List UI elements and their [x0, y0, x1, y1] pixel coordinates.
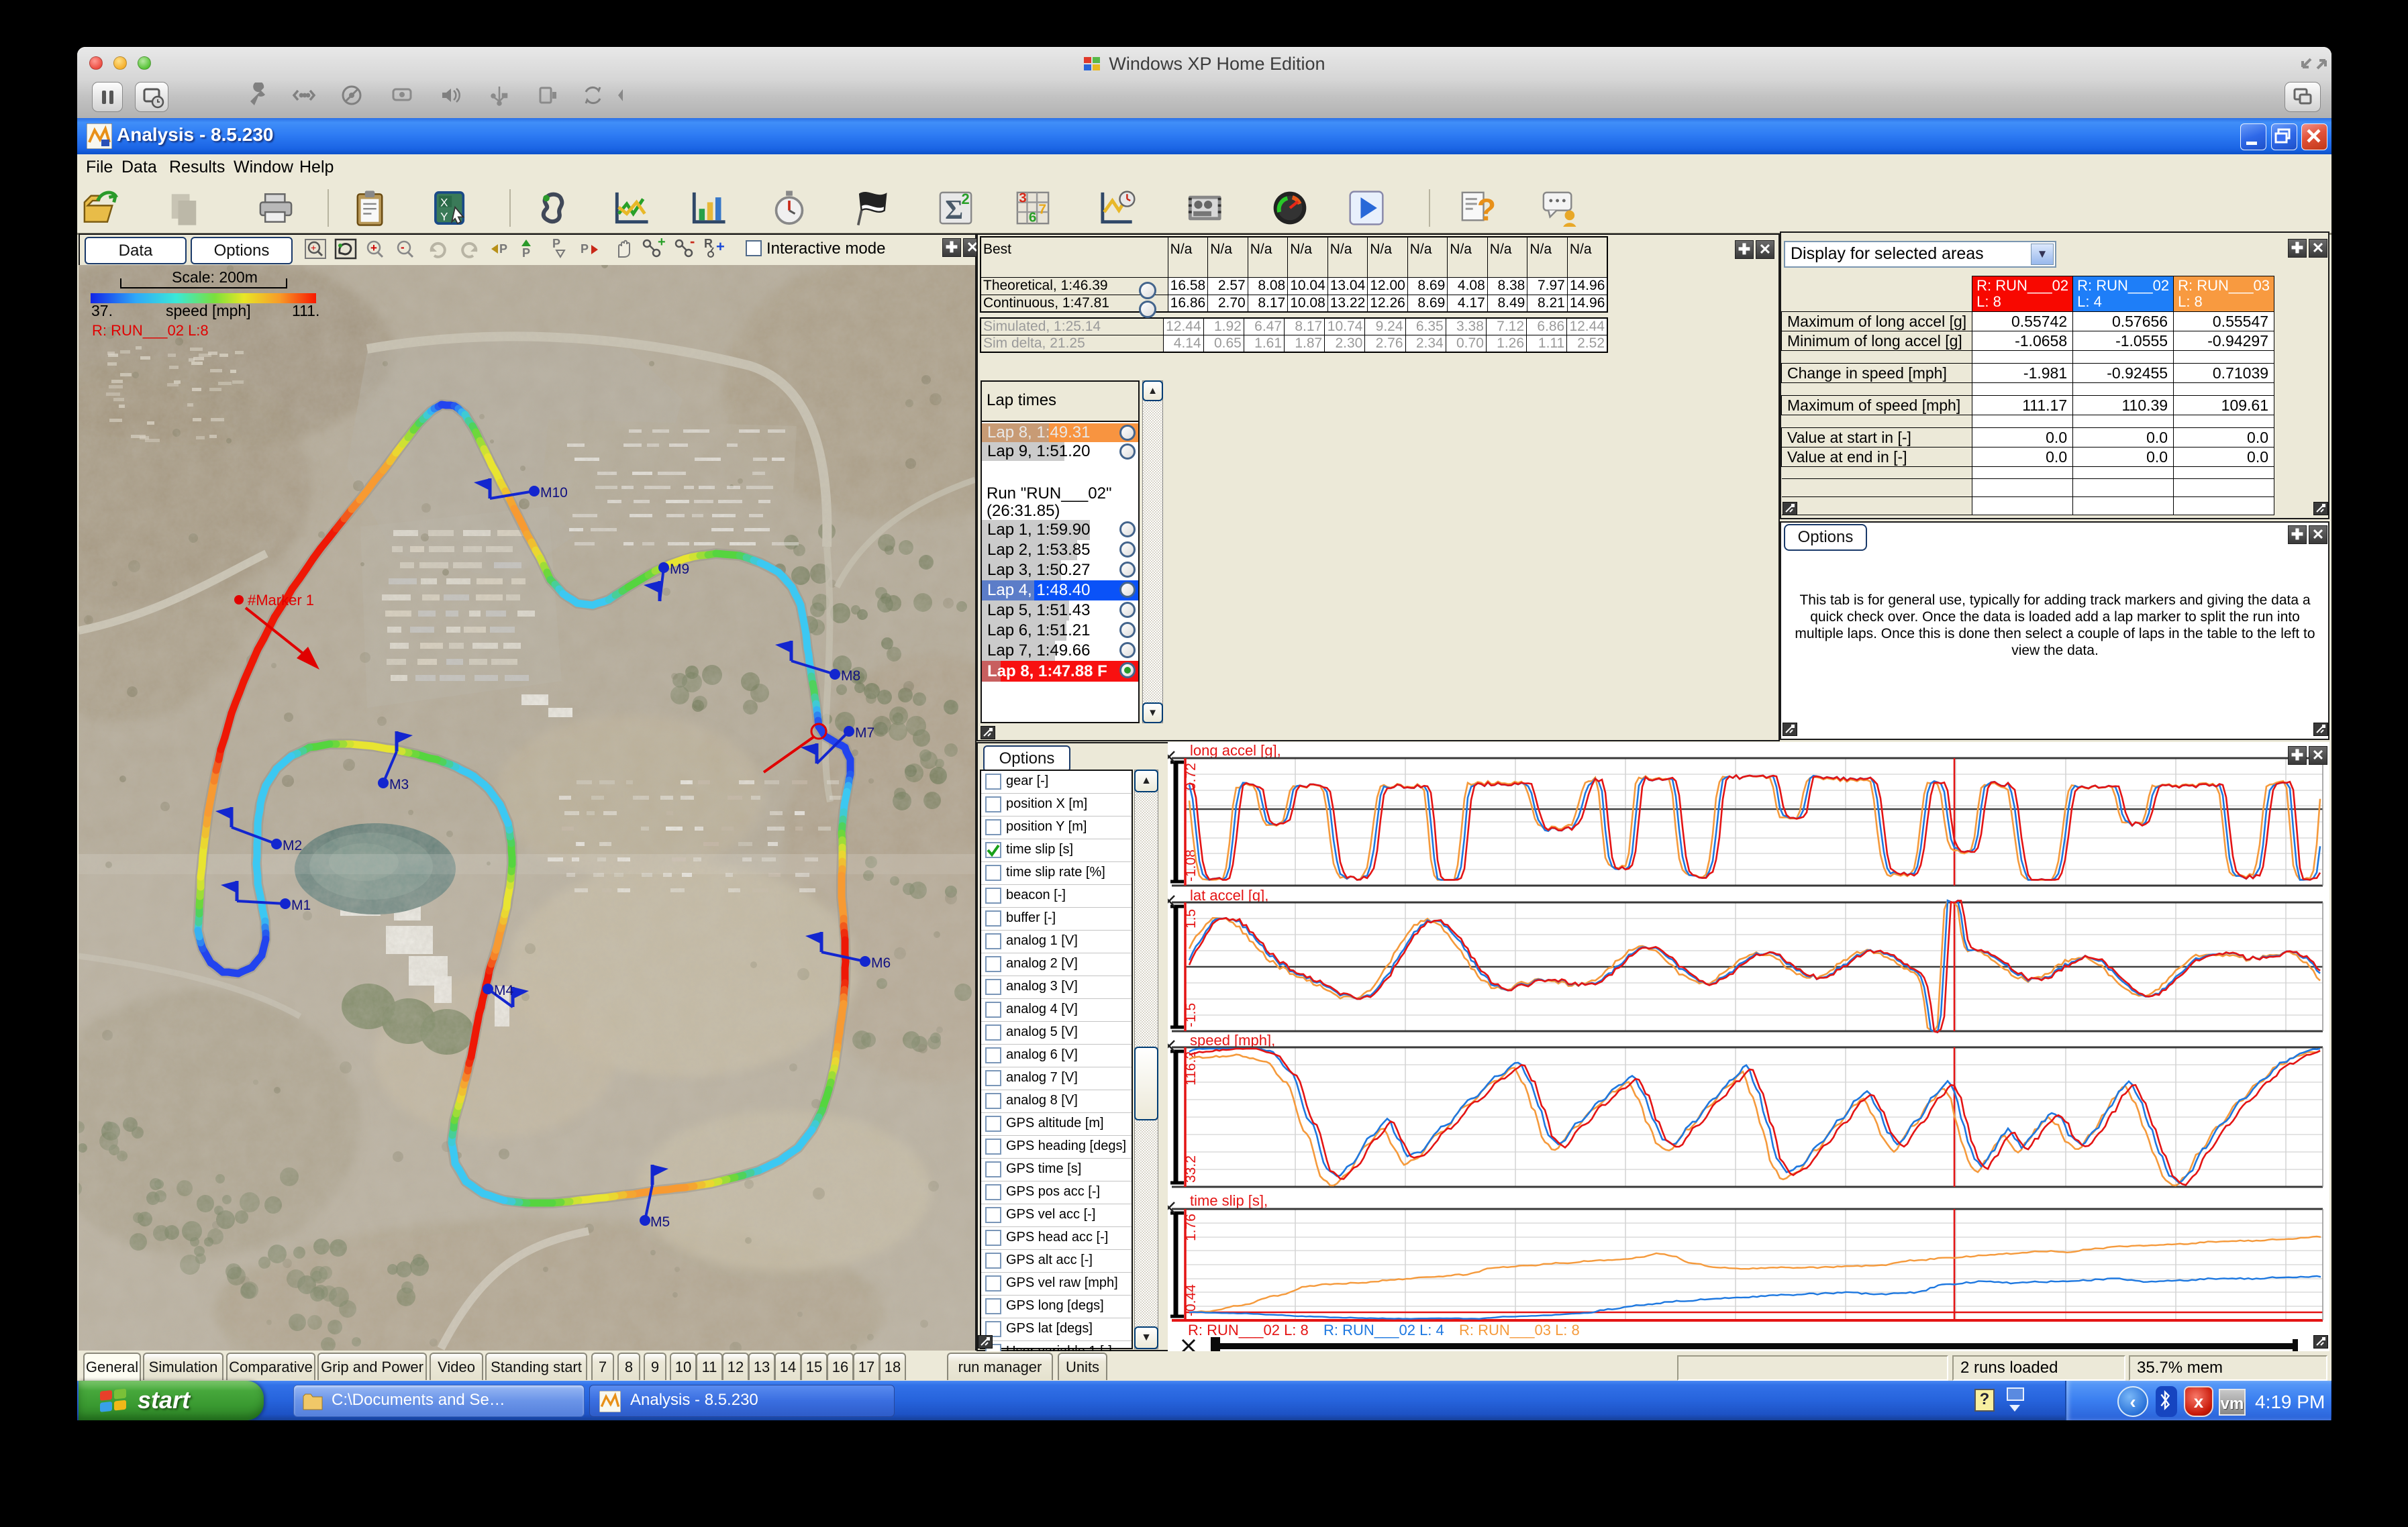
svg-text:7: 7 [1039, 202, 1047, 217]
svg-text:1.76: 1.76 [1183, 1214, 1199, 1241]
svg-text:3: 3 [1019, 190, 1027, 205]
svg-text:+: + [370, 242, 377, 254]
svg-text:M10: M10 [540, 485, 568, 501]
svg-text:P: P [581, 242, 589, 256]
svg-text:33.2: 33.2 [1183, 1155, 1199, 1183]
svg-text:-: - [401, 241, 405, 254]
svg-text:M3: M3 [389, 777, 409, 792]
svg-text:Y: Y [440, 210, 448, 223]
svg-text:+: + [658, 237, 666, 250]
svg-text:+: + [716, 238, 725, 255]
svg-text:Σ: Σ [945, 194, 963, 225]
svg-text:P: P [499, 242, 507, 256]
svg-text:R: R [704, 237, 713, 250]
svg-text:M1: M1 [291, 898, 311, 913]
svg-text:P: P [552, 237, 560, 250]
svg-text:R: RUN___02 L: 8: R: RUN___02 L: 8 [1188, 1322, 1309, 1338]
svg-text:speed [mph]: speed [mph] [166, 302, 251, 319]
svg-text:0.72: 0.72 [1183, 763, 1199, 790]
svg-text:R: RUN___02 L: 4: R: RUN___02 L: 4 [1323, 1322, 1444, 1338]
svg-text:R: RUN___02 L:8: R: RUN___02 L:8 [92, 322, 209, 339]
svg-text:long accel [g],: long accel [g], [1190, 742, 1281, 759]
svg-text:R: RUN___03 L: 8: R: RUN___03 L: 8 [1459, 1322, 1580, 1338]
svg-text:M2: M2 [283, 838, 302, 853]
svg-text:-1.5: -1.5 [1183, 1003, 1199, 1027]
svg-text:M6: M6 [871, 955, 891, 971]
svg-text:M9: M9 [670, 562, 689, 577]
svg-text:M4: M4 [494, 983, 513, 998]
svg-text:37.: 37. [91, 302, 113, 319]
svg-text:6: 6 [1029, 210, 1037, 225]
svg-text:lat accel [g],: lat accel [g], [1190, 887, 1268, 904]
svg-text:time slip [s],: time slip [s], [1190, 1192, 1268, 1209]
svg-text:M7: M7 [855, 725, 874, 741]
svg-text:?: ? [1477, 192, 1496, 227]
svg-text:M5: M5 [650, 1214, 670, 1230]
svg-text:-: - [690, 237, 695, 250]
svg-text:M8: M8 [841, 668, 860, 684]
svg-text:111.: 111. [292, 302, 319, 319]
svg-text:#Marker 1: #Marker 1 [248, 592, 314, 609]
svg-text:1.5: 1.5 [1183, 909, 1199, 929]
svg-text:2: 2 [962, 191, 970, 207]
svg-text:P: P [522, 246, 530, 260]
svg-text:X: X [440, 197, 448, 209]
svg-text:speed [mph],: speed [mph], [1190, 1032, 1275, 1049]
svg-text:+: + [311, 242, 316, 253]
svg-text:Scale: 200m: Scale: 200m [172, 268, 258, 286]
